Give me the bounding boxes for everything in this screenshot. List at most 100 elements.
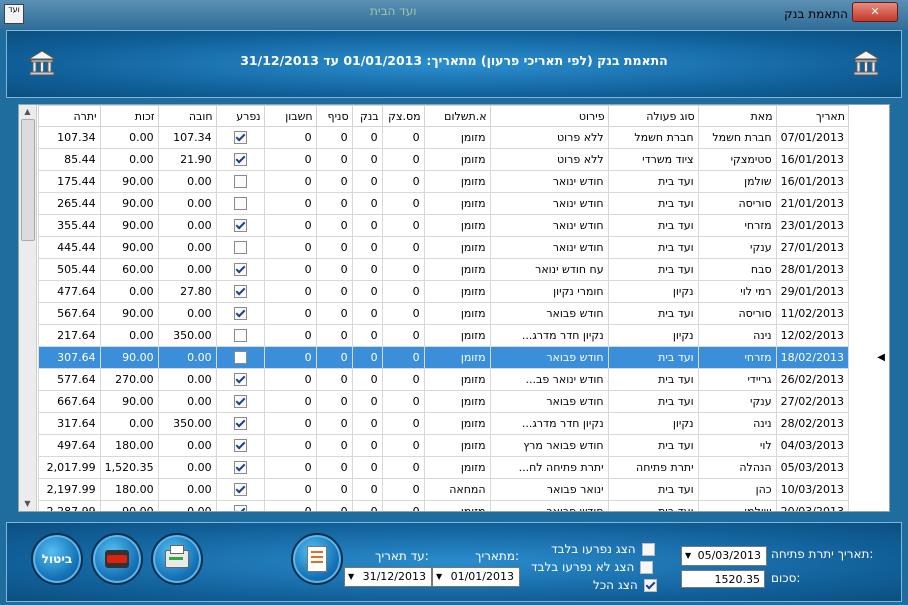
show-paid-only-checkbox[interactable]: [641, 542, 655, 556]
close-button[interactable]: ✕: [852, 2, 898, 22]
paid-checkbox[interactable]: [233, 241, 247, 255]
column-header[interactable]: מאת: [697, 105, 777, 127]
title-bar: ועד ועד הבית התאמת בנק ✕: [0, 0, 908, 30]
scroll-thumb[interactable]: [21, 119, 35, 241]
table-row[interactable]: 12/02/2013 נינה נקיון נקיון חדר מדרג... מזומ…: [37, 324, 850, 347]
scroll-up-icon[interactable]: ▲: [19, 105, 36, 119]
table-row[interactable]: 23/01/2013 מזרחי ועד בית חודש ינואר מזומן 0 0 0…: [37, 214, 850, 237]
paid-checkbox[interactable]: [233, 263, 247, 277]
cell-type: ועד בית: [607, 214, 699, 237]
cell-account: 0: [263, 258, 317, 281]
paid-checkbox[interactable]: [233, 329, 247, 343]
cell-bank: 0: [351, 236, 383, 259]
table-row[interactable]: 20/03/2013 שולמן ועד בית חודש פבואר מזומן 0 0 0…: [37, 500, 850, 511]
column-header[interactable]: תאריך: [775, 105, 850, 127]
cell-paid: [215, 192, 265, 215]
table-row[interactable]: 16/01/2013 שולמן ועד בית חודש ינואר מזומן 0 0 0…: [37, 170, 850, 193]
paid-checkbox[interactable]: [233, 439, 247, 453]
amount-field[interactable]: 1520.35: [681, 570, 765, 588]
paid-checkbox[interactable]: [233, 351, 247, 365]
cell-debit: 0.00: [157, 346, 217, 369]
table-row[interactable]: 29/01/2013 רמי לוי נקיון חומרי נקיון מזומן 0 0…: [37, 280, 850, 303]
print-button[interactable]: [151, 533, 203, 585]
cell-detail: חודש פבואר: [489, 390, 609, 413]
cell-branch: 0: [315, 214, 353, 237]
column-header[interactable]: זכות: [99, 105, 159, 127]
table-row[interactable]: 26/02/2013 גריידי ועד בית חודש ינואר פב... מ…: [37, 368, 850, 391]
table-row[interactable]: 27/02/2013 ענקי ועד בית חודש פבואר מזומן 0 0 0 0…: [37, 390, 850, 413]
paid-checkbox[interactable]: [233, 307, 247, 321]
column-header[interactable]: סניף: [315, 105, 353, 127]
column-header[interactable]: חשבון: [263, 105, 317, 127]
paid-checkbox[interactable]: [233, 373, 247, 387]
table-row[interactable]: 07/01/2013 חברת חשמל חברת חשמל ללא פרוט מזומ…: [37, 126, 850, 149]
to-date-select[interactable]: ▼ 31/12/2013: [344, 567, 432, 587]
column-header[interactable]: סוג פעולה: [607, 105, 699, 127]
paid-checkbox[interactable]: [233, 505, 247, 511]
cell-detail: חודש פבואר: [489, 500, 609, 511]
table-row[interactable]: 05/03/2013 הנהלה יתרת פתיחה יתרת פתיחה לח..…: [37, 456, 850, 479]
cell-balance: 265.44: [37, 192, 101, 215]
youtube-button[interactable]: [91, 533, 143, 585]
cell-balance: 2,017.99: [37, 456, 101, 479]
show-paid-only-option[interactable]: הצג נפרעו בלבד: [551, 542, 655, 556]
from-date-value: 01/01/2013: [450, 570, 514, 583]
column-header[interactable]: יתרה: [37, 105, 101, 127]
column-header[interactable]: בנק: [351, 105, 383, 127]
cell-paid: [215, 500, 265, 511]
cell-account: 0: [263, 236, 317, 259]
transactions-grid: ▲ ▼ ◀ תאריך מאת סוג פעולה פירוט א.תשלום מס.צק…: [18, 104, 890, 512]
vertical-scrollbar[interactable]: ▲ ▼: [19, 105, 37, 511]
column-header[interactable]: פירוט: [489, 105, 609, 127]
column-header[interactable]: א.תשלום: [423, 105, 491, 127]
paid-checkbox[interactable]: [233, 175, 247, 189]
cell-branch: 0: [315, 368, 353, 391]
cell-detail: נקיון חדר מדרג...: [489, 412, 609, 435]
table-row[interactable]: 16/01/2013 סטימצקי ציוד משרדי ללא פרוט מזומן…: [37, 148, 850, 171]
paid-checkbox[interactable]: [233, 395, 247, 409]
cancel-button[interactable]: ביטול: [31, 533, 83, 585]
cell-balance: 175.44: [37, 170, 101, 193]
cell-debit: 0.00: [157, 390, 217, 413]
paid-checkbox[interactable]: [233, 483, 247, 497]
report-button[interactable]: [291, 533, 343, 585]
paid-checkbox[interactable]: [233, 131, 247, 145]
cell-paid: [215, 126, 265, 149]
paid-checkbox[interactable]: [233, 285, 247, 299]
table-row[interactable]: 04/03/2013 לוי ועד בית חודש פבואר מרץ מזומן 0…: [37, 434, 850, 457]
from-date-select[interactable]: ▼ 01/01/2013: [432, 567, 520, 587]
cell-check: 0: [381, 412, 425, 435]
cell-pay: מזומן: [423, 434, 491, 457]
cell-credit: 90.00: [99, 346, 159, 369]
cell-debit: 0.00: [157, 214, 217, 237]
show-unpaid-only-checkbox[interactable]: [640, 560, 654, 574]
table-row[interactable]: 27/01/2013 ענקי ועד בית חודש ינואר מזומן 0 0 0 0…: [37, 236, 850, 259]
paid-checkbox[interactable]: [233, 219, 247, 233]
cell-credit: 0.00: [99, 412, 159, 435]
table-row[interactable]: 11/02/2013 סוריסה ועד בית חודש פבואר מזומן 0 0…: [37, 302, 850, 325]
paid-checkbox[interactable]: [233, 461, 247, 475]
paid-checkbox[interactable]: [233, 153, 247, 167]
column-header[interactable]: נפרע: [215, 105, 265, 127]
table-row[interactable]: 21/01/2013 סוריסה ועד בית חודש ינואר מזומן 0 0…: [37, 192, 850, 215]
show-unpaid-only-option[interactable]: הצג לא נפרעו בלבד: [531, 560, 654, 574]
column-header[interactable]: חובה: [157, 105, 217, 127]
paid-checkbox[interactable]: [233, 197, 247, 211]
show-all-checkbox[interactable]: [643, 578, 657, 592]
cell-credit: 180.00: [99, 434, 159, 457]
table-row[interactable]: 28/01/2013 סבח ועד בית עח חודש ינואר מזומן 0 0…: [37, 258, 850, 281]
cell-type: ועד בית: [607, 390, 699, 413]
app-icon[interactable]: ועד: [4, 4, 24, 24]
cell-check: 0: [381, 280, 425, 303]
cell-balance: 505.44: [37, 258, 101, 281]
show-all-option[interactable]: הצג הכל: [593, 578, 657, 592]
column-header[interactable]: מס.צק: [381, 105, 425, 127]
scroll-down-icon[interactable]: ▼: [19, 497, 36, 511]
table-row[interactable]: 18/02/2013 מזרחי ועד בית חודש פבואר מזומן 0 0 0…: [37, 346, 850, 369]
background-window-text: ועד הבית: [370, 4, 417, 18]
table-row[interactable]: 10/03/2013 כהן ועד בית ינואר פבואר המחאה 0 0 0 0…: [37, 478, 850, 501]
cell-type: יתרת פתיחה: [607, 456, 699, 479]
paid-checkbox[interactable]: [233, 417, 247, 431]
table-row[interactable]: 28/02/2013 נינה נקיון נקיון חדר מדרג... מזומ…: [37, 412, 850, 435]
opening-date-select[interactable]: ▼ 05/03/2013: [681, 546, 767, 566]
